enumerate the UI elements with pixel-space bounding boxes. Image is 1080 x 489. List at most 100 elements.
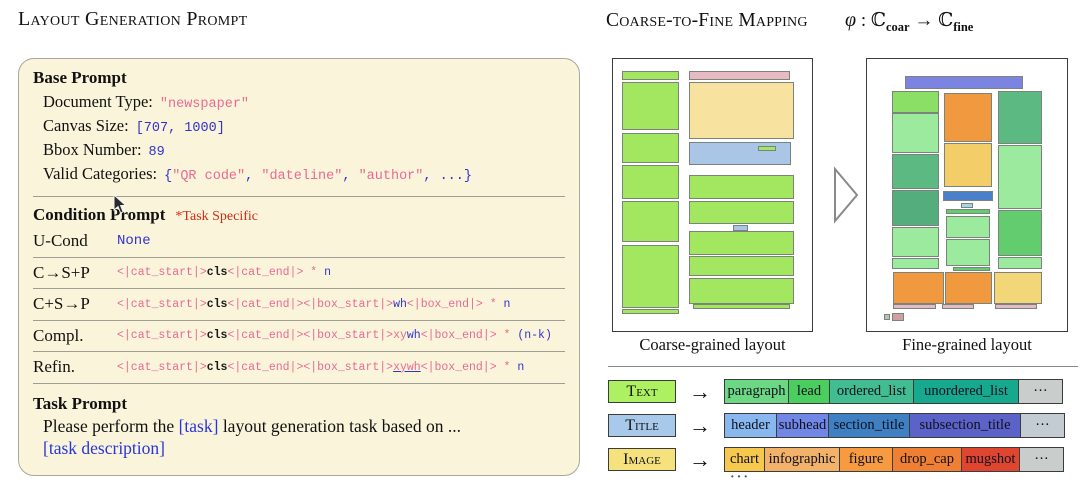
text-part: * <box>303 266 325 280</box>
sub-coar: coar <box>885 19 910 34</box>
fine-caption: Fine-grained layout <box>902 335 1032 354</box>
layout-block <box>758 146 777 152</box>
set-coarse: ℂ <box>870 10 886 31</box>
text-part: , <box>245 169 262 184</box>
colon: : <box>856 10 871 31</box>
text-part: cls <box>206 266 228 280</box>
legend-item: ··· <box>1020 413 1065 438</box>
legend-row: Text → paragraph lead ordered_list unordered_… <box>608 379 1078 404</box>
layout-block <box>942 190 993 201</box>
legend-item: mugshot <box>961 447 1020 472</box>
field-label: Document Type: <box>43 92 153 111</box>
layout-block <box>997 145 1043 209</box>
text-part: [task description] <box>43 438 165 458</box>
layout-block <box>689 231 794 255</box>
layout-block <box>621 309 680 314</box>
condition-row-label: C→S+P <box>33 262 90 282</box>
text-part: , ...} <box>423 169 472 184</box>
legend-more-dots: ··· <box>730 470 751 485</box>
mouse-cursor-icon <box>113 194 127 214</box>
condition-row-label: Compl. <box>33 325 84 345</box>
layout-block <box>995 304 1037 310</box>
text-part: <|cat_end|><|box_start|> <box>227 297 394 311</box>
legend-item: figure <box>839 447 893 472</box>
layout-block <box>905 76 1023 89</box>
coarse-caption: Coarse-grained layout <box>639 335 786 354</box>
legend-bar: header subhead section_title subsection_tit… <box>724 413 1065 438</box>
layout-block <box>997 91 1043 145</box>
layout-block <box>943 92 992 143</box>
legend-key-image: Image <box>608 448 676 471</box>
legend-divider <box>608 366 1078 367</box>
condition-row-tokens: <|cat_start|>cls<|cat_end|><|box_start|>… <box>117 361 524 374</box>
text-part: wh <box>393 297 407 311</box>
text-part: { <box>164 169 173 184</box>
legend-key-text: Text <box>608 380 676 403</box>
arrow-right-icon: → <box>689 378 711 404</box>
layout-block <box>892 189 939 226</box>
layout-block <box>892 313 904 322</box>
base-prompt-field: Canvas Size: [707, 1000] <box>43 115 565 139</box>
field-value: 89 <box>149 142 165 163</box>
condition-row: C+S→P <|cat_start|>cls<|cat_end|><|box_st… <box>33 289 565 321</box>
text-part: <|box_end|> <box>420 360 497 374</box>
mapping-formula: φ : ℂcoar → ℂfine <box>845 9 973 35</box>
arrow-right-icon: → <box>689 446 711 472</box>
legend-item: infographic <box>764 447 840 472</box>
legend-item: ··· <box>1018 379 1063 404</box>
text-part: * <box>496 360 518 374</box>
legend-row: Title → header subhead section_title subsecti… <box>608 413 1078 438</box>
layout-block <box>621 132 680 163</box>
layout-block <box>892 258 939 269</box>
condition-row: Compl. <|cat_start|>cls<|cat_end|><|box_s… <box>33 321 565 352</box>
base-prompt-field: Bbox Number: 89 <box>43 139 565 163</box>
legend-item: paragraph <box>724 379 789 404</box>
layout-block <box>952 266 991 271</box>
text-part: <|cat_end|><|box_start|> <box>227 329 394 343</box>
condition-row: U-Cond None <box>33 226 565 258</box>
text-part: Please perform the <box>43 415 179 436</box>
field-label: Canvas Size: <box>43 116 129 135</box>
layout-block <box>892 91 939 113</box>
legend-item: subsection_title <box>909 413 1021 438</box>
mapping-arrow-icon <box>834 166 859 224</box>
layout-block <box>946 215 991 238</box>
legend-item: unordered_list <box>913 379 1019 404</box>
field-value: "newspaper" <box>160 94 249 115</box>
left-title: Layout Generation Prompt <box>18 8 248 30</box>
condition-row: Refin. <|cat_start|>cls<|cat_end|><|box_s… <box>33 352 565 384</box>
base-prompt-field: Valid Categories: {"QR code", "dateline",… <box>43 163 565 187</box>
condition-row-tokens: <|cat_start|>cls<|cat_end|> * n <box>117 266 331 279</box>
field-label: Valid Categories: <box>43 164 158 183</box>
task-prompt-line2: [task description] <box>43 437 565 460</box>
layout-block <box>892 153 939 189</box>
layout-block <box>943 143 992 187</box>
base-prompt-field: Document Type: "newspaper" <box>43 91 565 115</box>
text-part: <|cat_start|> <box>117 266 207 280</box>
legend-item: lead <box>788 379 830 404</box>
text-part: [707, 1000] <box>135 121 225 136</box>
layout-block <box>942 304 974 310</box>
legend-item: drop_cap <box>892 447 962 472</box>
text-part: <|box_end|> <box>420 329 497 343</box>
text-part: cls <box>206 360 228 374</box>
layout-block <box>689 82 794 139</box>
task-prompt-line1: Please perform the [task] layout generat… <box>43 415 565 438</box>
sub-fine: fine <box>953 19 974 34</box>
legend-row: Image → chart infographic figure drop_cap mugs… <box>608 447 1078 472</box>
text-part: [task] <box>178 415 219 436</box>
text-part: <|cat_end|> <box>227 266 304 280</box>
condition-row-label: C+S→P <box>33 294 90 314</box>
layout-block <box>892 226 939 257</box>
layout-block <box>883 314 890 321</box>
text-part: "newspaper" <box>159 97 250 112</box>
layout-block <box>621 82 680 131</box>
text-part: "QR code" <box>172 169 246 184</box>
layout-block <box>945 272 992 304</box>
condition-row-tokens: None <box>117 233 151 249</box>
text-part: layout generation task based on ... <box>218 415 461 436</box>
condition-row-tokens: <|cat_start|>cls<|cat_end|><|box_start|>… <box>117 298 510 311</box>
text-part: n <box>503 297 511 311</box>
legend-item: ordered_list <box>829 379 914 404</box>
condition-row-tokens: <|cat_start|>cls<|cat_end|><|box_start|>… <box>117 329 552 342</box>
